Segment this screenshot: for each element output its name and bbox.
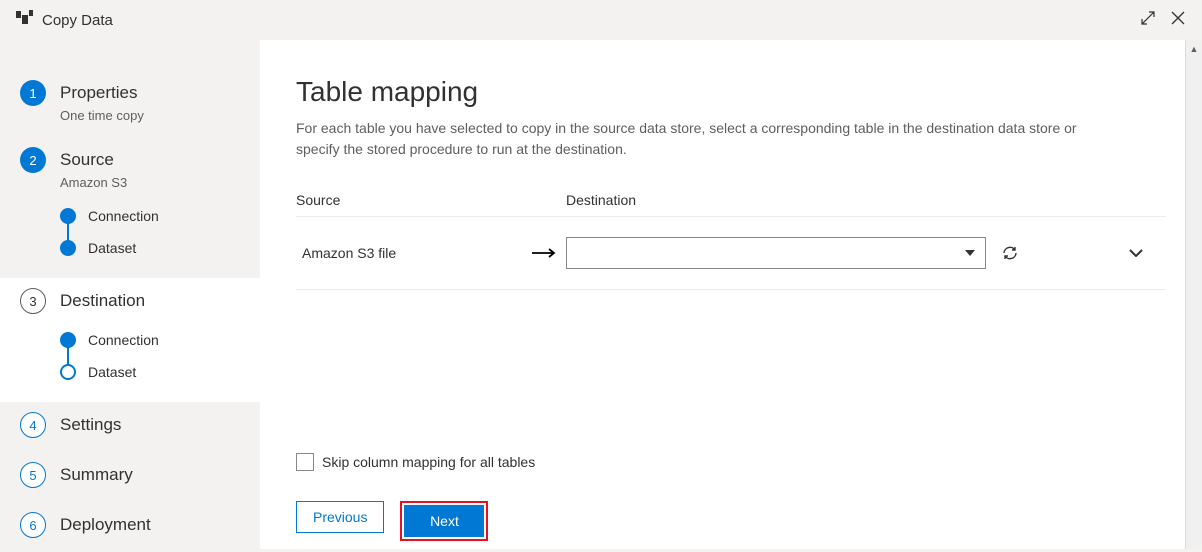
- mapping-row: Amazon S3 file: [296, 217, 1166, 290]
- step-sub-source: Amazon S3: [60, 175, 240, 190]
- dialog-header: Copy Data: [0, 0, 1202, 40]
- page-title: Table mapping: [296, 76, 1166, 108]
- arrow-right-icon: [531, 248, 566, 258]
- chevron-down-icon: [1129, 249, 1143, 257]
- step-source[interactable]: 2 Source Amazon S3 Connection Dataset: [0, 137, 260, 278]
- substep-label: Connection: [88, 332, 159, 348]
- main-wrapper: 1 Properties One time copy 2 Source Amaz…: [0, 40, 1202, 549]
- step-number-1: 1: [20, 80, 46, 106]
- substep-destination-connection[interactable]: Connection: [60, 324, 240, 356]
- scroll-up-icon[interactable]: ▲: [1186, 40, 1202, 57]
- dot-icon: [60, 208, 76, 224]
- step-title-summary: Summary: [60, 465, 133, 485]
- step-deployment[interactable]: 6 Deployment: [0, 502, 260, 552]
- column-header-destination: Destination: [566, 192, 1166, 208]
- step-summary[interactable]: 5 Summary: [0, 452, 260, 502]
- substep-label: Dataset: [88, 240, 136, 256]
- bottom-controls: Skip column mapping for all tables Previ…: [296, 453, 535, 541]
- content-panel: Table mapping For each table you have se…: [260, 40, 1202, 549]
- substep-source-connection[interactable]: Connection: [60, 200, 240, 232]
- dot-icon: [60, 364, 76, 380]
- skip-mapping-label: Skip column mapping for all tables: [322, 454, 535, 470]
- destination-dropdown[interactable]: [566, 237, 986, 269]
- source-name: Amazon S3 file: [296, 245, 531, 261]
- dot-icon: [60, 332, 76, 348]
- step-title-destination: Destination: [60, 291, 145, 311]
- step-title-deployment: Deployment: [60, 515, 151, 535]
- wizard-sidebar: 1 Properties One time copy 2 Source Amaz…: [0, 40, 260, 549]
- step-number-3: 3: [20, 288, 46, 314]
- step-title-source: Source: [60, 150, 114, 170]
- step-destination[interactable]: 3 Destination Connection Dataset: [0, 278, 260, 402]
- step-settings[interactable]: 4 Settings: [0, 402, 260, 452]
- close-icon[interactable]: [1170, 10, 1186, 31]
- page-description: For each table you have selected to copy…: [296, 118, 1116, 160]
- previous-button[interactable]: Previous: [296, 501, 384, 533]
- step-number-5: 5: [20, 462, 46, 488]
- expand-window-icon[interactable]: [1140, 10, 1156, 31]
- step-number-2: 2: [20, 147, 46, 173]
- expand-row-button[interactable]: [1126, 249, 1146, 257]
- column-header-source: Source: [296, 192, 566, 208]
- step-title-settings: Settings: [60, 415, 121, 435]
- destination-substeps: Connection Dataset: [60, 324, 240, 388]
- header-left: Copy Data: [16, 10, 113, 31]
- next-button[interactable]: Next: [404, 505, 484, 537]
- substep-label: Connection: [88, 208, 159, 224]
- step-sub-properties: One time copy: [60, 108, 240, 123]
- chevron-down-icon: [965, 250, 975, 256]
- header-right: [1140, 10, 1186, 31]
- mapping-table-header: Source Destination: [296, 192, 1166, 217]
- substep-label: Dataset: [88, 364, 136, 380]
- source-substeps: Connection Dataset: [60, 200, 240, 264]
- step-title-properties: Properties: [60, 83, 137, 103]
- refresh-icon: [1001, 244, 1019, 262]
- step-properties[interactable]: 1 Properties One time copy: [0, 70, 260, 137]
- skip-mapping-checkbox-row: Skip column mapping for all tables: [296, 453, 535, 471]
- substep-destination-dataset[interactable]: Dataset: [60, 356, 240, 388]
- step-number-4: 4: [20, 412, 46, 438]
- vertical-scrollbar[interactable]: ▲: [1185, 40, 1202, 549]
- substep-source-dataset[interactable]: Dataset: [60, 232, 240, 264]
- copy-data-icon: [16, 10, 34, 31]
- step-number-6: 6: [20, 512, 46, 538]
- skip-mapping-checkbox[interactable]: [296, 453, 314, 471]
- next-button-highlight: Next: [400, 501, 488, 541]
- refresh-button[interactable]: [1000, 243, 1020, 263]
- dot-icon: [60, 240, 76, 256]
- dialog-title: Copy Data: [42, 12, 113, 29]
- wizard-buttons: Previous Next: [296, 501, 535, 541]
